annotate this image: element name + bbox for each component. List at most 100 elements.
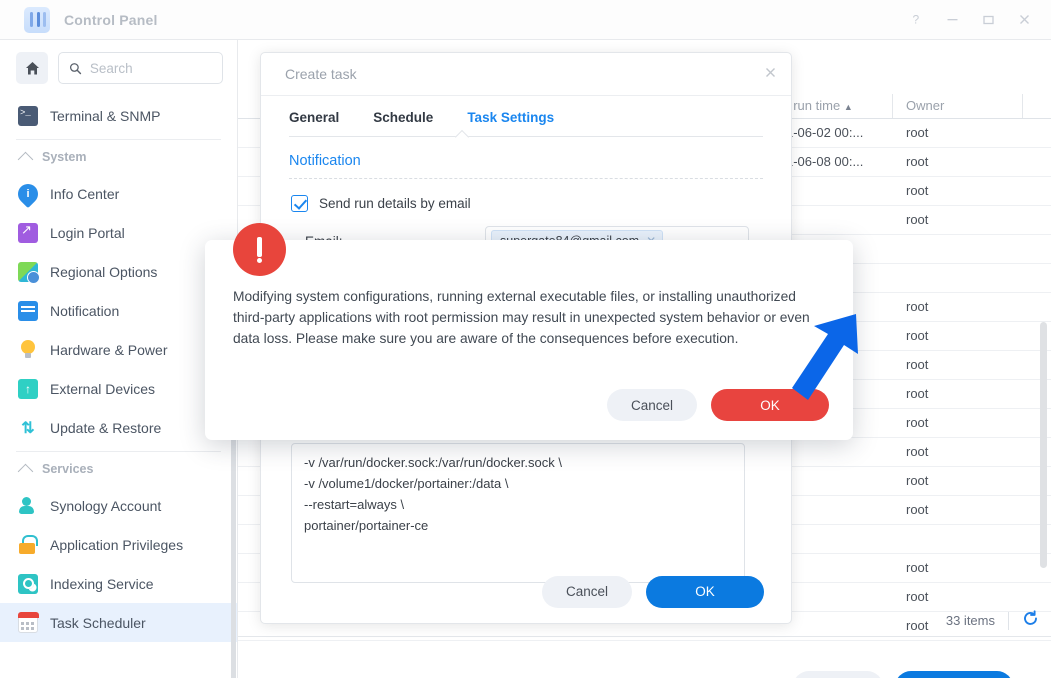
column-divider [1022, 94, 1023, 118]
minimize-button[interactable] [937, 6, 967, 34]
window-title: Control Panel [64, 11, 158, 28]
sidebar-item-label: Synology Account [50, 497, 162, 514]
terminal-icon [18, 105, 38, 126]
sidebar-item-update-restore[interactable]: Update & Restore [0, 408, 237, 447]
sidebar-search-row [0, 40, 237, 96]
sidebar-group-services[interactable]: Services [0, 452, 237, 486]
script-content: -v /var/run/docker.sock:/var/run/docker.… [304, 455, 562, 533]
sidebar-item-terminal-snmp[interactable]: Terminal & SNMP [0, 96, 237, 135]
sidebar-item-login-portal[interactable]: Login Portal [0, 213, 237, 252]
cell-owner: root [906, 589, 929, 604]
cell-owner: root [906, 154, 929, 169]
dialog-titlebar: Create task [261, 53, 791, 96]
sidebar-group-system[interactable]: System [0, 140, 237, 174]
section-divider [289, 178, 763, 179]
sidebar-item-task-scheduler[interactable]: Task Scheduler [0, 603, 237, 642]
tab-task-settings[interactable]: Task Settings [467, 110, 554, 136]
alert-message: Modifying system configurations, running… [233, 289, 810, 346]
control-panel-icon [24, 6, 50, 33]
sidebar-item-label: Notification [50, 302, 120, 319]
cell-owner: root [906, 183, 929, 198]
sidebar-item-indexing-service[interactable]: Indexing Service [0, 564, 237, 603]
sidebar-group-label: Services [42, 462, 94, 476]
sidebar-item-hardware-power[interactable]: Hardware & Power [0, 330, 237, 369]
cancel-button[interactable]: Cancel [542, 575, 632, 608]
cell-owner: root [906, 386, 929, 401]
sidebar-item-label: Regional Options [50, 263, 158, 280]
sidebar-item-info-center[interactable]: Info Center [0, 174, 237, 213]
search-box[interactable] [58, 52, 223, 84]
cell-next-run-time: 1-06-08 00:... [786, 154, 864, 169]
chevron-up-icon [17, 151, 34, 167]
search-input[interactable] [89, 60, 212, 76]
update-restore-icon [18, 418, 38, 438]
tab-schedule[interactable]: Schedule [373, 110, 433, 136]
close-button[interactable] [1009, 6, 1039, 34]
sidebar-item-label: Update & Restore [50, 419, 162, 436]
items-count: 33 items [945, 613, 995, 628]
cell-owner: root [906, 125, 929, 140]
help-button[interactable]: ? [901, 6, 931, 34]
tab-general[interactable]: General [289, 110, 339, 136]
tabs-underline [289, 136, 763, 137]
dialog-footer: Cancel OK [261, 560, 791, 623]
synology-account-icon [18, 496, 38, 516]
home-button[interactable] [16, 52, 48, 84]
alert-cancel-button[interactable]: Cancel [607, 389, 697, 421]
page-action-buttons: Reset Apply [793, 671, 1013, 678]
root-permission-alert-dialog: Modifying system configurations, running… [205, 223, 853, 440]
cell-owner: root [906, 415, 929, 430]
home-icon [25, 61, 39, 74]
sidebar-item-regional-options[interactable]: Regional Options [0, 252, 237, 291]
ok-button[interactable]: OK [646, 575, 764, 608]
search-icon [69, 62, 82, 74]
cell-owner: root [906, 502, 929, 517]
control-panel-window: Control Panel ? Search >_ Terminal & SNM… [0, 0, 1051, 678]
cell-owner: root [906, 357, 929, 372]
sidebar-item-label: Application Privileges [50, 536, 184, 553]
sidebar-item-synology-account[interactable]: Synology Account [0, 486, 237, 525]
external-devices-icon [18, 378, 38, 399]
sidebar-item-label: Indexing Service [50, 575, 154, 592]
send-run-details-label: Send run details by email [319, 196, 471, 211]
regional-options-icon [18, 261, 40, 284]
cell-next-run-time: 1-06-02 00:... [786, 125, 864, 140]
sidebar-item-application-privileges[interactable]: Application Privileges [0, 525, 237, 564]
sidebar-item-label: Terminal & SNMP [50, 107, 161, 124]
dialog-title: Create task [285, 66, 357, 82]
task-scheduler-icon [17, 612, 39, 633]
sidebar-item-label: Task Scheduler [50, 614, 146, 631]
apply-button[interactable]: Apply [895, 671, 1013, 678]
cell-owner: root [906, 560, 929, 575]
cell-owner: root [906, 299, 929, 314]
sidebar-item-label: Login Portal [50, 224, 125, 241]
cell-owner: root [906, 473, 929, 488]
notification-icon [18, 300, 38, 321]
sort-ascending-icon: ▲ [843, 101, 853, 112]
cell-owner: root [906, 328, 929, 343]
send-run-details-checkbox[interactable] [291, 195, 308, 212]
sidebar-item-label: Info Center [50, 185, 120, 202]
sidebar-scrollbar[interactable] [231, 400, 236, 678]
dialog-tabs: General Schedule Task Settings [261, 96, 791, 136]
close-icon[interactable] [764, 66, 777, 83]
indexing-service-icon [18, 573, 38, 594]
info-icon [13, 179, 43, 208]
send-run-details-row[interactable]: Send run details by email [291, 195, 791, 212]
section-title-notification: Notification [289, 153, 361, 169]
table-scrollbar[interactable] [1040, 322, 1047, 568]
reset-button[interactable]: Reset [793, 671, 883, 678]
column-divider [892, 94, 893, 118]
sidebar-item-notification[interactable]: Notification [0, 291, 237, 330]
column-header-owner[interactable]: Owner [898, 98, 944, 113]
login-portal-icon [18, 222, 38, 243]
maximize-button[interactable] [973, 6, 1003, 34]
window-titlebar: Control Panel ? [0, 0, 1051, 40]
pointer-arrow-icon [788, 308, 864, 418]
sidebar-item-label: External Devices [50, 380, 156, 397]
refresh-icon[interactable] [1009, 609, 1051, 632]
svg-text:?: ? [912, 13, 919, 26]
alert-exclamation-icon [233, 223, 286, 276]
sidebar-item-external-devices[interactable]: External Devices [0, 369, 237, 408]
cell-owner: root [906, 212, 929, 227]
